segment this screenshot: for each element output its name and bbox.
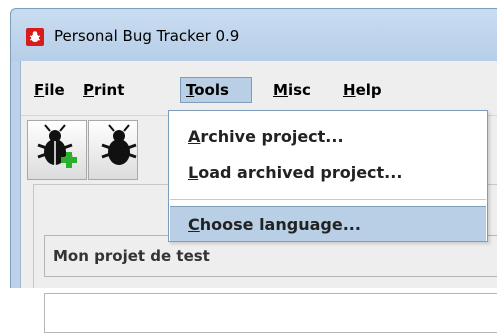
menu-item-choose-language[interactable]: Choose language... <box>170 206 486 242</box>
bug-icon <box>101 124 137 165</box>
project-title: Mon projet de test <box>53 247 210 265</box>
menu-print[interactable]: Print <box>78 77 129 103</box>
title-bar[interactable]: Personal Bug Tracker 0.9 <box>11 9 497 61</box>
menu-item-load-archived-project[interactable]: Load archived project... <box>170 155 486 191</box>
add-bug-button[interactable] <box>27 120 87 180</box>
menu-help[interactable]: Help <box>338 77 387 103</box>
tools-dropdown-menu: Archive project... Load archived project… <box>168 110 488 242</box>
menu-bar: File Print Tools Misc Help <box>21 71 497 108</box>
menu-tools[interactable]: Tools <box>180 77 252 103</box>
menu-file[interactable]: File <box>29 77 70 103</box>
app-bug-icon <box>26 28 44 46</box>
menu-misc[interactable]: Misc <box>268 77 316 103</box>
bug-add-icon <box>37 124 77 168</box>
bug-button[interactable] <box>88 120 138 180</box>
menu-item-archive-project[interactable]: Archive project... <box>170 119 486 155</box>
menu-separator <box>170 199 486 200</box>
project-content-area[interactable] <box>44 293 497 333</box>
window-title: Personal Bug Tracker 0.9 <box>54 27 240 45</box>
